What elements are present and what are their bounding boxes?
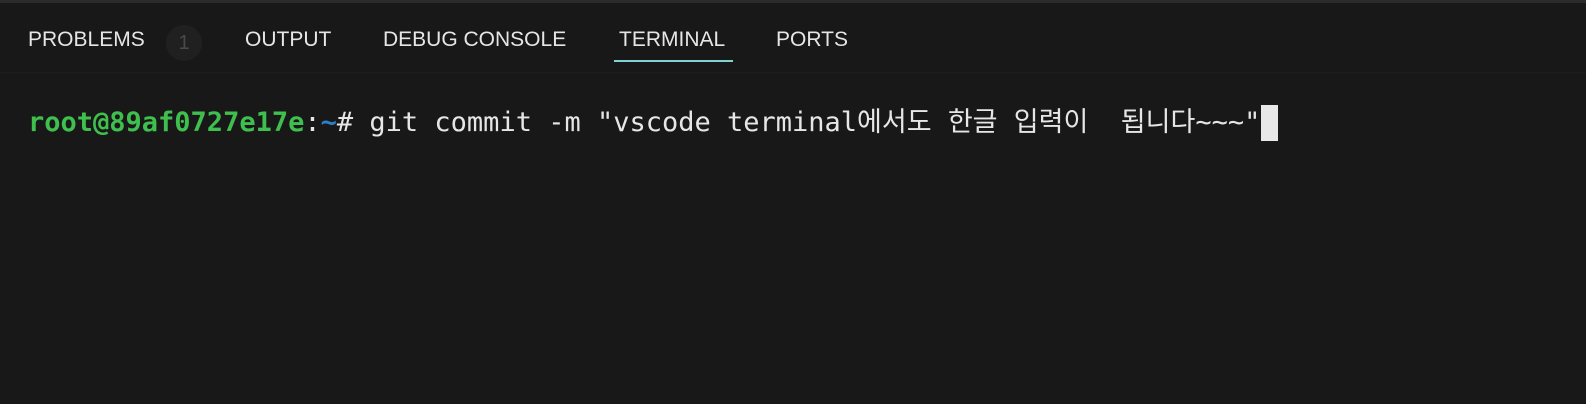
panel-tab-bar: PROBLEMS 1 OUTPUT DEBUG CONSOLE TERMINAL… [0,3,1586,73]
problems-count-badge: 1 [166,25,202,61]
prompt-user-host: root@89af0727e17e [28,107,305,138]
terminal-command-line[interactable]: root@89af0727e17e:~# git commit -m "vsco… [28,105,1279,141]
prompt-path: ~ [320,107,337,138]
terminal-cursor [1261,105,1279,141]
terminal-view[interactable]: root@89af0727e17e:~# git commit -m "vsco… [0,73,1586,404]
tab-debug-console[interactable]: DEBUG CONSOLE [383,23,566,57]
prompt-symbol: # [336,107,354,138]
prompt-separator: : [304,107,321,138]
tab-problems[interactable]: PROBLEMS [28,23,145,57]
active-tab-indicator [614,60,733,62]
terminal-command-text: git commit -m "vscode terminal에서도 한글 입력이… [353,107,1261,138]
tab-output[interactable]: OUTPUT [245,23,331,57]
tab-terminal[interactable]: TERMINAL [619,23,725,57]
tab-ports[interactable]: PORTS [776,23,848,57]
